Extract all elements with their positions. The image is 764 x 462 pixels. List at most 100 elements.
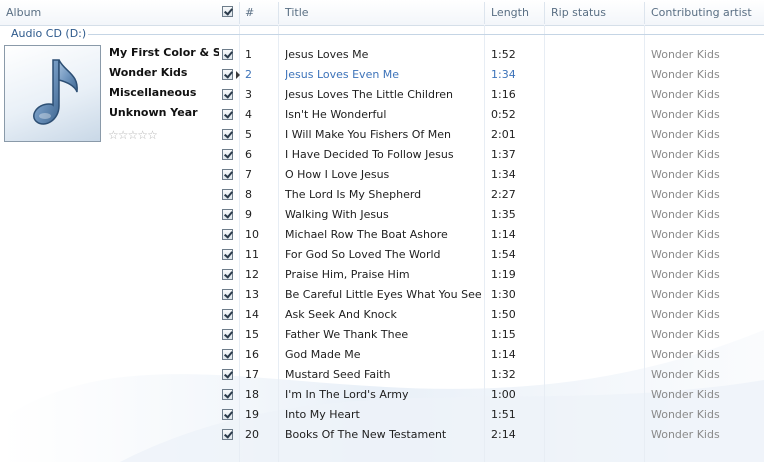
track-length: 1:52 (491, 48, 516, 61)
group-header-audio-cd[interactable]: Audio CD (D:) (0, 25, 764, 43)
track-checkbox[interactable] (222, 109, 233, 120)
column-divider[interactable] (644, 2, 645, 24)
track-number: 14 (245, 308, 259, 321)
track-length: 1:14 (491, 228, 516, 241)
track-row[interactable]: 13 Be Careful Little Eyes What You See 1:3… (0, 285, 764, 305)
column-header-bar: Album # Title Length Rip status Contribu… (0, 0, 764, 26)
track-row[interactable]: 3 Jesus Loves The Little Children 1:16 Wond… (0, 85, 764, 105)
track-checkbox[interactable] (222, 289, 233, 300)
track-row[interactable]: 12 Praise Him, Praise Him 1:19 Wonder Kids (0, 265, 764, 285)
track-number: 3 (245, 88, 252, 101)
track-number: 10 (245, 228, 259, 241)
track-title: I Have Decided To Follow Jesus (285, 148, 454, 161)
track-length: 1:54 (491, 248, 516, 261)
track-checkbox[interactable] (222, 169, 233, 180)
track-row[interactable]: 7 O How I Love Jesus 1:34 Wonder Kids (0, 165, 764, 185)
track-row[interactable]: 19 Into My Heart 1:51 Wonder Kids (0, 405, 764, 425)
track-row[interactable]: 17 Mustard Seed Faith 1:32 Wonder Kids (0, 365, 764, 385)
track-contributing-artist: Wonder Kids (651, 128, 720, 141)
track-row[interactable]: 14 Ask Seek And Knock 1:50 Wonder Kids (0, 305, 764, 325)
track-checkbox[interactable] (222, 269, 233, 280)
track-checkbox[interactable] (222, 129, 233, 140)
column-header-album[interactable]: Album (6, 0, 41, 25)
track-contributing-artist: Wonder Kids (651, 208, 720, 221)
track-contributing-artist: Wonder Kids (651, 308, 720, 321)
track-length: 1:34 (491, 68, 516, 81)
track-checkbox[interactable] (222, 329, 233, 340)
track-number: 20 (245, 428, 259, 441)
track-title: Isn't He Wonderful (285, 108, 387, 121)
track-checkbox[interactable] (222, 369, 233, 380)
track-checkbox[interactable] (222, 409, 233, 420)
track-contributing-artist: Wonder Kids (651, 268, 720, 281)
track-title: Ask Seek And Knock (285, 308, 397, 321)
track-row[interactable]: 18 I'm In The Lord's Army 1:00 Wonder Kids (0, 385, 764, 405)
track-contributing-artist: Wonder Kids (651, 148, 720, 161)
track-row[interactable]: 10 Michael Row The Boat Ashore 1:14 Wonder … (0, 225, 764, 245)
track-length: 1:19 (491, 268, 516, 281)
track-contributing-artist: Wonder Kids (651, 168, 720, 181)
track-number: 17 (245, 368, 259, 381)
track-title: Michael Row The Boat Ashore (285, 228, 448, 241)
track-number: 16 (245, 348, 259, 361)
track-row[interactable]: 8 The Lord Is My Shepherd 2:27 Wonder Kids (0, 185, 764, 205)
track-title: Into My Heart (285, 408, 360, 421)
column-header-rip-status[interactable]: Rip status (551, 0, 606, 25)
track-title: Jesus Loves Even Me (285, 68, 400, 81)
column-header-number[interactable]: # (245, 0, 254, 25)
track-title: The Lord Is My Shepherd (285, 188, 422, 201)
track-length: 1:16 (491, 88, 516, 101)
track-length: 2:01 (491, 128, 516, 141)
track-row[interactable]: 16 God Made Me 1:14 Wonder Kids (0, 345, 764, 365)
track-row[interactable]: 5 I Will Make You Fishers Of Men 2:01 Wonde… (0, 125, 764, 145)
column-header-title[interactable]: Title (285, 0, 309, 25)
select-all-checkbox[interactable] (222, 6, 233, 17)
track-contributing-artist: Wonder Kids (651, 388, 720, 401)
column-divider[interactable] (544, 2, 545, 24)
track-checkbox[interactable] (222, 69, 233, 80)
track-row[interactable]: 11 For God So Loved The World 1:54 Wonder K… (0, 245, 764, 265)
column-divider[interactable] (484, 2, 485, 24)
track-number: 9 (245, 208, 252, 221)
track-row[interactable]: 9 Walking With Jesus 1:35 Wonder Kids (0, 205, 764, 225)
group-divider (88, 34, 764, 35)
track-checkbox[interactable] (222, 429, 233, 440)
track-length: 1:30 (491, 288, 516, 301)
track-row[interactable]: 2 Jesus Loves Even Me 1:34 Wonder Kids (0, 65, 764, 85)
column-header-length[interactable]: Length (491, 0, 529, 25)
group-label: Audio CD (D:) (11, 27, 87, 40)
track-checkbox[interactable] (222, 349, 233, 360)
track-length: 1:32 (491, 368, 516, 381)
track-checkbox[interactable] (222, 249, 233, 260)
track-row[interactable]: 15 Father We Thank Thee 1:15 Wonder Kids (0, 325, 764, 345)
track-contributing-artist: Wonder Kids (651, 248, 720, 261)
column-divider[interactable] (278, 2, 279, 24)
column-header-contributing-artist[interactable]: Contributing artist (651, 0, 752, 25)
track-length: 2:14 (491, 428, 516, 441)
track-contributing-artist: Wonder Kids (651, 408, 720, 421)
track-checkbox[interactable] (222, 229, 233, 240)
track-contributing-artist: Wonder Kids (651, 368, 720, 381)
track-title: I Will Make You Fishers Of Men (285, 128, 452, 141)
track-title: Jesus Loves Me (285, 48, 369, 61)
track-row[interactable]: 20 Books Of The New Testament 2:14 Wonder K… (0, 425, 764, 445)
track-checkbox[interactable] (222, 209, 233, 220)
track-checkbox[interactable] (222, 189, 233, 200)
track-number: 18 (245, 388, 259, 401)
track-checkbox[interactable] (222, 89, 233, 100)
track-number: 12 (245, 268, 259, 281)
column-divider[interactable] (239, 2, 240, 24)
track-checkbox[interactable] (222, 309, 233, 320)
now-selected-arrow-icon (236, 71, 240, 79)
track-contributing-artist: Wonder Kids (651, 328, 720, 341)
track-checkbox[interactable] (222, 49, 233, 60)
track-checkbox[interactable] (222, 389, 233, 400)
track-checkbox[interactable] (222, 149, 233, 160)
track-row[interactable]: 1 Jesus Loves Me 1:52 Wonder Kids (0, 45, 764, 65)
track-row[interactable]: 6 I Have Decided To Follow Jesus 1:37 Wonde… (0, 145, 764, 165)
track-title: I'm In The Lord's Army (285, 388, 409, 401)
track-row[interactable]: 4 Isn't He Wonderful 0:52 Wonder Kids (0, 105, 764, 125)
track-length: 1:00 (491, 388, 516, 401)
track-contributing-artist: Wonder Kids (651, 288, 720, 301)
track-contributing-artist: Wonder Kids (651, 428, 720, 441)
